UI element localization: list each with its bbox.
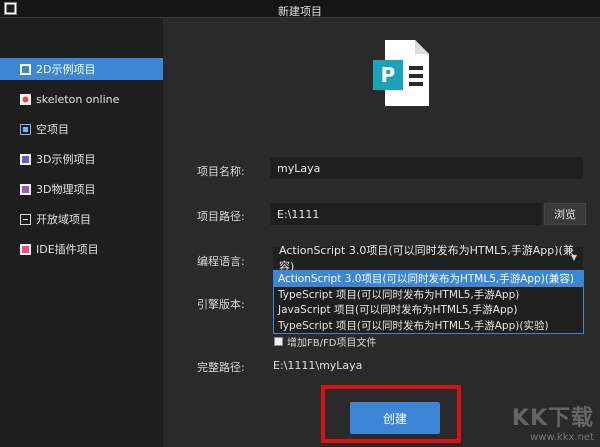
watermark: KK下载 www.kkx.net [512,400,594,443]
sidebar-item-label: 3D物理项目 [36,183,96,196]
project-type-sidebar: 2D示例项目 skeleton online 空项目 3D示例项目 3D物理项目… [0,18,174,447]
chevron-down-icon: ▼ [570,253,577,262]
project-name-label: 项目名称: [197,165,245,178]
engine-version-label: 引擎版本: [197,298,245,311]
fullpath-label: 完整路径: [197,361,245,374]
fb-checkbox-label: 增加FB/FD项目文件 [287,338,377,349]
project-form-panel: P 项目名称: myLaya 项目路径: E:\1111 浏览 编程语言: Ac… [163,18,600,447]
sidebar-item-ide-plugin[interactable]: IDE插件项目 [0,238,163,260]
fullpath-value: E:\1111\myLaya [273,359,363,372]
browse-button[interactable]: 浏览 [544,203,586,225]
open-domain-icon [20,213,31,225]
svg-text:P: P [381,63,396,87]
sidebar-item-skeleton-online[interactable]: skeleton online [0,88,163,110]
sidebar-item-label: 3D示例项目 [36,153,96,166]
sidebar-item-label: 空项目 [36,123,69,136]
language-select[interactable]: ActionScript 3.0项目(可以同时发布为HTML5,手游App)(兼… [273,244,583,273]
sidebar-item-3d-sample[interactable]: 3D示例项目 [0,148,163,170]
ide-plugin-icon [20,243,31,255]
language-option[interactable]: JavaScript 项目(可以同时发布为HTML5,手游App) [274,302,583,318]
sidebar-item-label: 2D示例项目 [36,63,96,76]
language-option[interactable]: TypeScript 项目(可以同时发布为HTML5,手游App)(实验) [274,318,583,334]
sidebar-item-label: 开放域项目 [36,213,91,226]
project-file-icon: P [373,40,429,106]
language-option[interactable]: TypeScript 项目(可以同时发布为HTML5,手游App) [274,287,583,303]
watermark-url: www.kkx.net [530,432,594,443]
language-label: 编程语言: [197,255,245,268]
fb-checkbox[interactable] [274,337,283,346]
sidebar-item-2d-sample[interactable]: 2D示例项目 [0,58,174,80]
watermark-logo: KK下载 [511,406,594,431]
create-button[interactable]: 创建 [350,402,440,434]
project-path-input[interactable]: E:\1111 [270,203,542,225]
title-bar: 新建项目 [0,0,600,18]
laya-2d-icon [20,63,31,75]
language-dropdown-list: ActionScript 3.0项目(可以同时发布为HTML5,手游App)(兼… [273,270,584,334]
sidebar-item-label: IDE插件项目 [36,243,99,256]
sidebar-item-3d-physics[interactable]: 3D物理项目 [0,178,163,200]
window-title: 新建项目 [278,5,322,18]
sidebar-item-label: skeleton online [36,92,120,106]
language-option[interactable]: ActionScript 3.0项目(可以同时发布为HTML5,手游App)(兼… [274,271,583,287]
laya-3d-icon [20,153,31,165]
empty-project-icon [20,123,31,135]
sidebar-item-empty-project[interactable]: 空项目 [0,118,163,140]
sidebar-item-open-domain[interactable]: 开放域项目 [0,208,163,230]
fb-checkbox-row[interactable]: 增加FB/FD项目文件 [274,334,376,349]
physics-3d-icon [20,183,31,195]
skeleton-icon [20,93,31,105]
project-path-label: 项目路径: [197,210,245,223]
project-name-input[interactable]: myLaya [270,157,583,179]
